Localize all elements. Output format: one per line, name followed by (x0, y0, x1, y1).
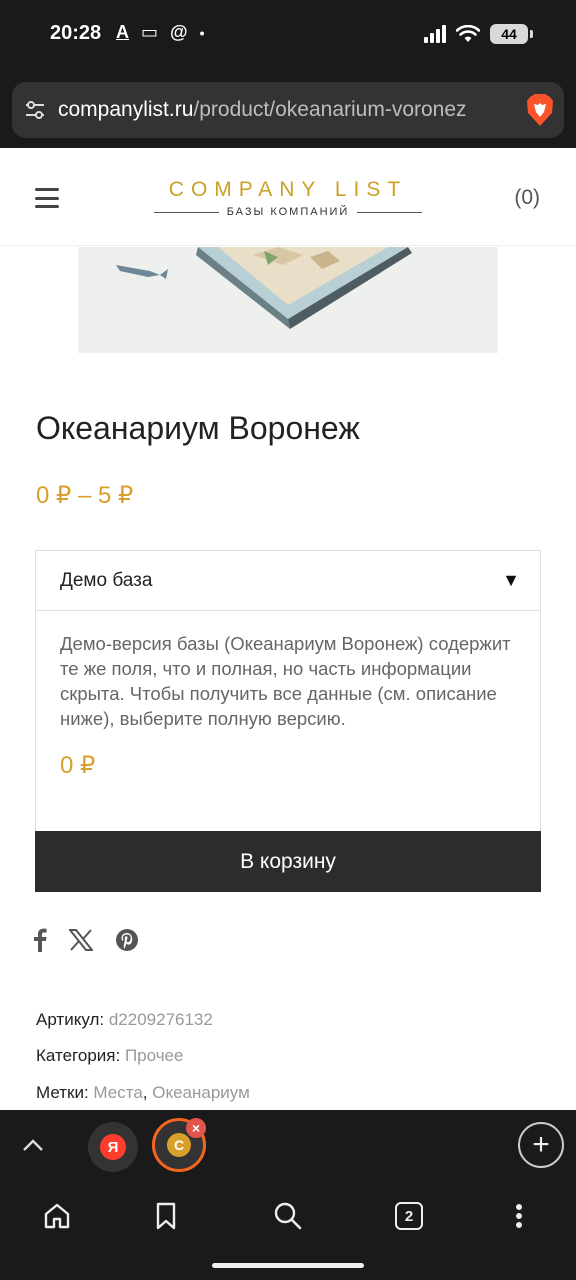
category-link[interactable]: Прочее (125, 1046, 184, 1065)
web-page: COMPANY LIST БАЗЫ КОМПАНИЙ (0) Океанариу… (0, 148, 576, 1110)
tag-link-oceanarium[interactable]: Океанариум (152, 1083, 250, 1102)
search-icon[interactable] (266, 1196, 310, 1236)
brave-shields-icon[interactable] (516, 93, 564, 127)
variation-price: 0 ₽ (60, 752, 96, 779)
signal-icon (424, 25, 446, 43)
tags-label: Метки: (36, 1083, 89, 1102)
url-text[interactable]: companylist.ru/product/okeanarium-vorone… (58, 98, 516, 122)
at-sign-icon: @ (170, 22, 188, 42)
address-bar[interactable]: companylist.ru/product/okeanarium-vorone… (12, 82, 564, 138)
variation-box: Демо база ▼ Демо-версия базы (Океанариум… (35, 550, 541, 832)
browser-toolbar: companylist.ru/product/okeanarium-vorone… (0, 72, 576, 148)
site-header: COMPANY LIST БАЗЫ КОМПАНИЙ (0) (0, 148, 576, 246)
tags-row: Метки: Места, Океанариум (36, 1083, 250, 1103)
oceanarium-illustration (78, 247, 498, 353)
close-tab-icon[interactable]: × (186, 1118, 206, 1138)
hamburger-menu-icon[interactable] (35, 188, 59, 208)
dropdown-arrow-icon: ▼ (502, 570, 520, 590)
site-settings-icon[interactable] (12, 99, 58, 121)
tabs-count-icon: 2 (395, 1202, 423, 1230)
variation-selected: Демо база (60, 569, 153, 591)
variation-select[interactable]: Демо база ▼ (36, 551, 540, 611)
pinterest-icon[interactable] (115, 928, 139, 952)
tag-separator: , (142, 1083, 148, 1102)
add-to-cart-button[interactable]: В корзину (35, 831, 541, 892)
bookmark-icon[interactable] (144, 1196, 188, 1236)
yandex-icon: Я (100, 1134, 126, 1160)
new-tab-plus-icon[interactable]: + (518, 1122, 564, 1168)
site-logo[interactable]: COMPANY LIST БАЗЫ КОМПАНИЙ (154, 178, 423, 218)
font-app-icon: A (116, 22, 129, 42)
share-links (33, 928, 139, 952)
x-icon[interactable] (69, 929, 93, 951)
logo-main-text: COMPANY LIST (168, 178, 408, 201)
chevron-up-icon[interactable] (22, 1132, 44, 1158)
tab-yandex[interactable]: Я (88, 1122, 138, 1172)
variation-description-panel: Демо-версия базы (Океанариум Воронеж) со… (36, 611, 540, 831)
tag-link-places[interactable]: Места (93, 1083, 142, 1102)
dot-icon: • (199, 24, 205, 41)
facebook-icon[interactable] (33, 928, 47, 952)
url-domain: companylist.ru (58, 98, 194, 121)
keyboard-icon: ▭ (141, 22, 159, 42)
cart-count[interactable]: (0) (514, 186, 540, 210)
status-time: 20:28 (50, 22, 102, 44)
logo-subtitle: БАЗЫ КОМПАНИЙ (226, 206, 350, 218)
product-image (78, 247, 498, 353)
companylist-favicon-icon: C (167, 1133, 191, 1157)
status-notification-icons: A ▭ @ • (116, 22, 204, 43)
home-icon[interactable] (35, 1196, 79, 1236)
sku-value: d2209276132 (108, 1010, 213, 1029)
tab-strip: Я C × + (0, 1110, 576, 1180)
battery-icon: 44 (490, 24, 533, 44)
home-indicator[interactable] (212, 1263, 364, 1268)
status-right: 44 (424, 24, 533, 44)
url-path: /product/okeanarium-voronez (193, 98, 467, 121)
wifi-icon (456, 25, 480, 42)
product-title: Океанариум Воронеж (36, 410, 360, 446)
category-row: Категория: Прочее (36, 1046, 183, 1066)
variation-description: Демо-версия базы (Океанариум Воронеж) со… (60, 633, 511, 729)
tabs-switcher[interactable]: 2 (387, 1196, 431, 1236)
sku-label: Артикул: (36, 1010, 105, 1029)
more-menu-icon[interactable] (497, 1196, 541, 1236)
status-bar: 20:28 A ▭ @ • 44 (0, 0, 576, 72)
price-range: 0 ₽ – 5 ₽ (36, 482, 134, 509)
sku-row: Артикул: d2209276132 (36, 1010, 213, 1030)
browser-bottom-nav: 2 (0, 1180, 576, 1280)
category-label: Категория: (36, 1046, 121, 1065)
